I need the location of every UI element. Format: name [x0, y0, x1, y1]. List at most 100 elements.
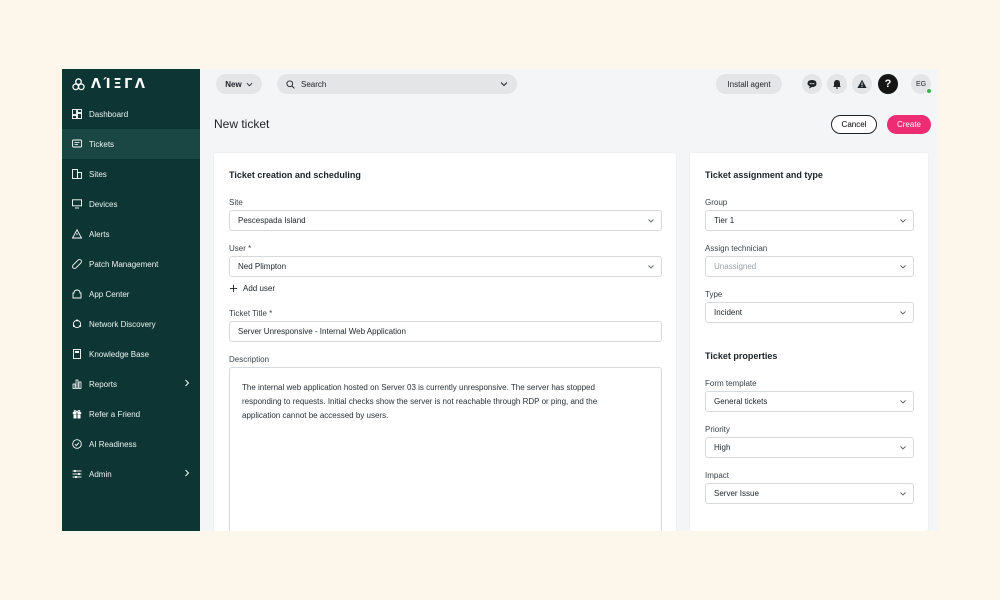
search-bar[interactable]: Search: [277, 74, 517, 94]
create-button[interactable]: Create: [887, 115, 931, 134]
add-user-button[interactable]: Add user: [229, 284, 275, 293]
sliders-icon: [72, 469, 82, 479]
chevron-down-icon: [900, 492, 906, 496]
sidebar-item-tickets[interactable]: Tickets: [62, 129, 200, 159]
add-user-label: Add user: [243, 284, 276, 293]
new-button[interactable]: New: [216, 74, 262, 94]
check-circle-icon: [72, 439, 82, 449]
bell-icon: [833, 80, 841, 89]
group-select[interactable]: Tier 1: [705, 210, 914, 231]
card-title: Ticket assignment and type: [705, 170, 823, 180]
logo-icon: [72, 77, 85, 90]
technician-select[interactable]: Unassigned: [705, 256, 914, 277]
chevron-down-icon: [900, 311, 906, 315]
description-line: responding to requests. Initial checks s…: [242, 397, 598, 406]
sidebar-item-network-discovery[interactable]: Network Discovery: [62, 309, 200, 339]
priority-value: High: [714, 443, 731, 452]
chevron-down-icon: [648, 265, 654, 269]
chevron-down-icon: [900, 265, 906, 269]
sidebar-item-admin[interactable]: Admin: [62, 459, 200, 489]
priority-select[interactable]: High: [705, 437, 914, 458]
description-label: Description: [229, 355, 270, 364]
warning-icon: [857, 79, 867, 88]
sidebar-item-label: App Center: [89, 289, 130, 299]
impact-value: Server Issue: [714, 489, 759, 498]
form-template-label: Form template: [705, 379, 757, 388]
sidebar-item-label: Network Discovery: [89, 319, 156, 329]
sidebar-item-app-center[interactable]: App Center: [62, 279, 200, 309]
description-line: The internal web application hosted on S…: [242, 383, 595, 392]
form-template-value: General tickets: [714, 397, 768, 406]
description-line: application cannot be accessed by users.: [242, 411, 389, 420]
new-button-label: New: [225, 79, 242, 89]
chat-button[interactable]: [802, 74, 822, 94]
ticket-assignment-card: Ticket assignment and type Group Tier 1 …: [690, 153, 928, 531]
sidebar-item-ai-readiness[interactable]: AI Readiness: [62, 429, 200, 459]
book-icon: [72, 349, 82, 359]
cancel-button[interactable]: Cancel: [831, 115, 877, 134]
sidebar-item-label: Admin: [89, 469, 112, 479]
sidebar-item-label: Tickets: [89, 139, 115, 149]
monitor-icon: [72, 199, 82, 209]
dashboard-icon: [72, 109, 82, 119]
ticket-title-label: Ticket Title *: [229, 309, 273, 318]
sidebar-item-dashboard[interactable]: Dashboard: [62, 99, 200, 129]
chevron-down-icon: [500, 82, 508, 87]
sidebar-item-label: Devices: [89, 199, 118, 209]
sidebar: ΛΊΞΓΛ Dashboard Tickets Sites Devices Al…: [62, 69, 200, 531]
help-button[interactable]: ?: [878, 74, 898, 94]
user-value: Ned Plimpton: [238, 262, 287, 271]
reports-icon: [72, 379, 82, 389]
avatar-initials: EG: [915, 80, 927, 88]
sidebar-item-alerts[interactable]: Alerts: [62, 219, 200, 249]
chat-icon: [807, 80, 817, 89]
alerts-button[interactable]: [852, 74, 872, 94]
alert-triangle-icon: [72, 229, 82, 239]
type-label: Type: [705, 290, 723, 299]
sidebar-item-label: Patch Management: [89, 259, 159, 269]
impact-label: Impact: [705, 471, 730, 480]
sidebar-item-label: Dashboard: [89, 109, 129, 119]
chevron-down-icon: [900, 446, 906, 450]
sidebar-item-sites[interactable]: Sites: [62, 159, 200, 189]
user-label: User *: [229, 244, 252, 253]
help-icon: ?: [884, 78, 892, 90]
type-select[interactable]: Incident: [705, 302, 914, 323]
install-agent-button[interactable]: Install agent: [716, 74, 782, 94]
user-select[interactable]: Ned Plimpton: [229, 256, 662, 277]
sidebar-item-patch-management[interactable]: Patch Management: [62, 249, 200, 279]
form-template-select[interactable]: General tickets: [705, 391, 914, 412]
install-agent-label: Install agent: [727, 79, 771, 89]
group-label: Group: [705, 198, 728, 207]
notifications-button[interactable]: [827, 74, 847, 94]
priority-label: Priority: [705, 425, 730, 434]
site-label: Site: [229, 198, 243, 207]
site-value: Pescespada Island: [238, 216, 306, 225]
user-avatar[interactable]: EG: [911, 74, 932, 94]
app-window: ΛΊΞΓΛ Dashboard Tickets Sites Devices Al…: [62, 69, 938, 531]
technician-placeholder: Unassigned: [714, 262, 757, 271]
online-status-dot: [926, 88, 932, 94]
chevron-down-icon: [900, 219, 906, 223]
ticket-title-value: Server Unresponsive - Internal Web Appli…: [238, 327, 406, 336]
chevron-down-icon: [648, 219, 654, 223]
sidebar-item-devices[interactable]: Devices: [62, 189, 200, 219]
logo-text: ΛΊΞΓΛ: [91, 76, 148, 92]
description-textarea[interactable]: The internal web application hosted on S…: [229, 367, 662, 531]
search-label: Search: [301, 79, 327, 89]
bandage-icon: [72, 259, 82, 269]
plus-icon: [229, 284, 238, 293]
sidebar-item-knowledge-base[interactable]: Knowledge Base: [62, 339, 200, 369]
site-select[interactable]: Pescespada Island: [229, 210, 662, 231]
ticket-title-input[interactable]: Server Unresponsive - Internal Web Appli…: [229, 321, 662, 342]
top-bar: New Search Install agent ? EG: [200, 69, 938, 99]
sidebar-item-label: Sites: [89, 169, 107, 179]
impact-select[interactable]: Server Issue: [705, 483, 914, 504]
logo[interactable]: ΛΊΞΓΛ: [62, 69, 200, 99]
technician-label: Assign technician: [705, 244, 768, 253]
sidebar-item-reports[interactable]: Reports: [62, 369, 200, 399]
network-icon: [72, 319, 82, 329]
card-title: Ticket creation and scheduling: [229, 170, 361, 180]
sidebar-item-label: Knowledge Base: [89, 349, 150, 359]
sidebar-item-refer-a-friend[interactable]: Refer a Friend: [62, 399, 200, 429]
